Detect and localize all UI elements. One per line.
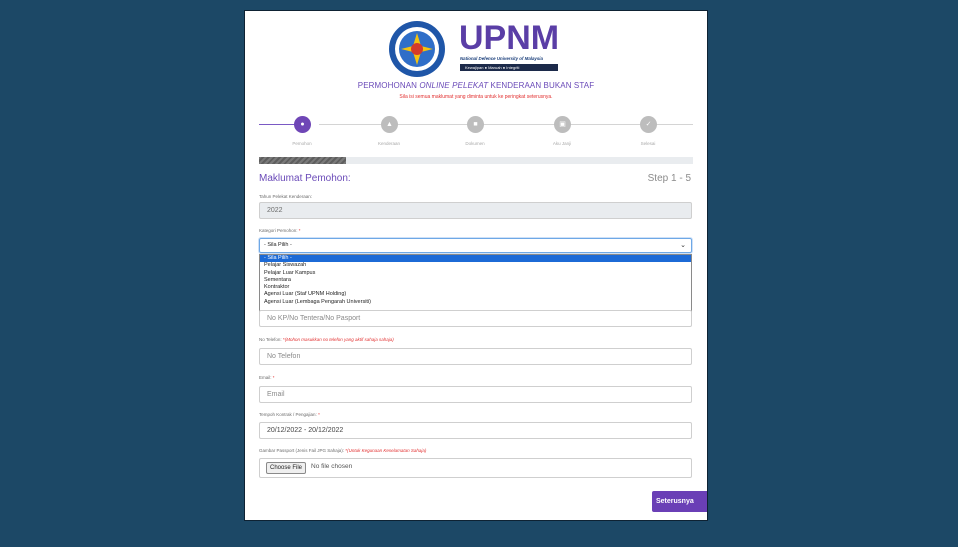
tahun-label: Tahun Pelekat Kenderaan: <box>259 194 313 199</box>
step-dokumen[interactable]: ■ <box>467 116 484 133</box>
file-status: No file chosen <box>311 463 353 470</box>
page-title: PERMOHONAN ONLINE PELEKAT KENDERAAN BUKA… <box>357 81 595 90</box>
step-label: Pemohon <box>292 141 312 146</box>
logo-subtitle: National Defence University of Malaysia <box>460 56 544 61</box>
document-icon: ■ <box>473 121 478 128</box>
dropdown-option[interactable]: Agensi Luar (Staf UPNM Holding) <box>260 291 691 298</box>
tahun-field: 2022 <box>259 202 692 219</box>
user-icon: ● <box>300 121 305 128</box>
form-card: UPNM National Defence University of Mala… <box>244 10 708 521</box>
dropdown-option[interactable]: Kontraktor <box>260 284 691 291</box>
dropdown-option[interactable]: Pelajar Siswazah <box>260 262 691 269</box>
step-connector <box>319 124 693 125</box>
dropdown-option[interactable]: Pelajar Luar Kampus <box>260 270 691 277</box>
step-label: Dokumen <box>465 141 485 146</box>
email-input[interactable]: Email <box>259 386 692 403</box>
calendar-icon: ▣ <box>559 121 566 128</box>
tempoh-label: Tempoh Kontrak / Pengajian: * <box>259 412 320 417</box>
dropdown-option[interactable]: Sementara <box>260 277 691 284</box>
progress-fill <box>259 157 346 164</box>
step-label: Kenderaan <box>377 141 401 146</box>
next-button[interactable]: Seterusnya <box>652 491 707 512</box>
step-counter: Step 1 - 5 <box>647 173 691 184</box>
dropdown-option[interactable]: Agensi Luar (Lembaga Pengarah Universiti… <box>260 299 691 306</box>
check-icon: ✓ <box>645 121 652 128</box>
step-aku-janji[interactable]: ▣ <box>554 116 571 133</box>
dropdown-option[interactable]: - Sila Pilih - <box>260 255 691 263</box>
choose-file-button[interactable]: Choose File <box>266 462 307 474</box>
email-label: Email: * <box>259 375 275 380</box>
file-input: Choose File No file chosen <box>259 458 692 478</box>
telefon-label: No Telefon: *(Mohon masukkan no telefon … <box>259 337 394 342</box>
step-kenderaan[interactable]: ▲ <box>381 116 398 133</box>
kategori-select[interactable]: - Sila Pilih - ⌄ <box>259 238 692 253</box>
step-label: Selesai <box>640 141 656 146</box>
kategori-dropdown: - Sila Pilih - Pelajar Siswazah Pelajar … <box>259 254 692 312</box>
kp-input[interactable]: No KP/No Tentera/No Pasport <box>259 310 692 327</box>
step-selesai[interactable]: ✓ <box>640 116 657 133</box>
chevron-down-icon: ⌄ <box>680 242 686 249</box>
progress-bar <box>259 157 693 164</box>
upnm-logo: UPNM National Defence University of Mala… <box>389 19 559 77</box>
section-title: Maklumat Pemohon: <box>259 173 351 184</box>
tempoh-input[interactable]: 20/12/2022 - 20/12/2022 <box>259 422 692 439</box>
telefon-input[interactable]: No Telefon <box>259 348 692 365</box>
car-icon: ▲ <box>386 121 393 128</box>
logo-motto: Kewajipan ● Maruah ● Integriti <box>465 65 520 70</box>
kategori-label: Kategori Pemohon: * <box>259 228 301 233</box>
logo-text: UPNM <box>459 19 559 57</box>
step-pemohon[interactable]: ● <box>294 116 311 133</box>
page-subtitle: Sila isi semua maklumat yang diminta unt… <box>399 94 553 100</box>
step-label: Aku Janji <box>552 141 572 146</box>
gambar-label: Gambar Passport (Jenis Fail JPG Sahaja):… <box>259 448 427 453</box>
